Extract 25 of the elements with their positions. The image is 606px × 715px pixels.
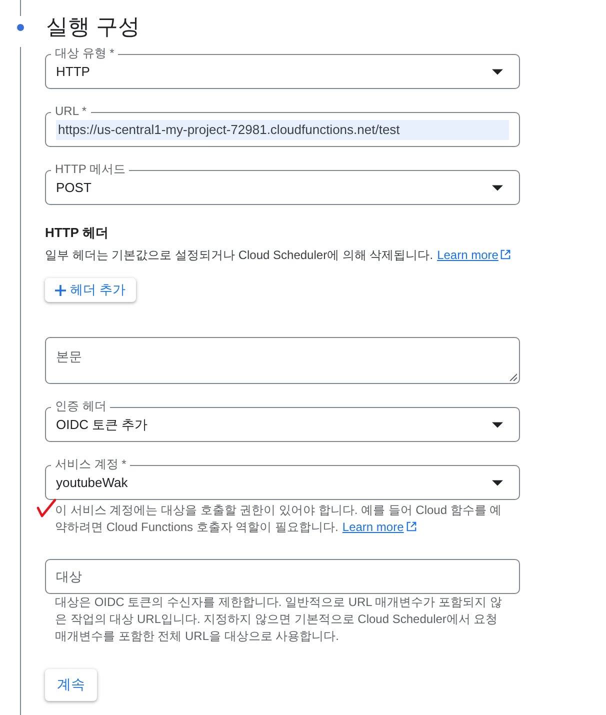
- learn-more-link[interactable]: Learn more: [342, 520, 417, 534]
- caret-icon: [492, 184, 503, 190]
- field-label: 대상 유형 *: [51, 46, 118, 60]
- resize-handle-icon: [509, 373, 517, 381]
- add-header-button[interactable]: 헤더 추가: [45, 278, 136, 302]
- help-text: 일부 헤더는 기본값으로 설정되거나 Cloud Scheduler에 의해 삭제됩니다. Learn more: [45, 246, 512, 264]
- external-link-icon: [406, 521, 417, 532]
- help-text: 대상은 OIDC 토큰의 수신자를 제한합니다. 일반적으로 URL 매개변수가 포함되지 않은 작업의 대상 URL입니다. 지정하지 않으면 기본적으로 Cloud Scheduler에서 요청 매개변수를 포함한 전체 URL을 대상으로 사용합니다.: [54, 594, 503, 645]
- text-field[interactable]: 대상: [45, 559, 520, 594]
- continue-button[interactable]: 계속: [45, 669, 97, 701]
- section-heading: HTTP 헤더: [45, 224, 110, 242]
- field-label: 서비스 계정 *: [51, 457, 130, 471]
- caret-icon: [492, 422, 503, 428]
- caret-icon: [492, 480, 503, 486]
- caret-icon: [492, 68, 503, 74]
- help-text: 이 서비스 계정에는 대상을 호출할 권한이 있어야 합니다. 예를 들어 Cloud 함수를 예약하려면 Cloud Functions 호출자 역할이 필요합니다. Learn more: [54, 502, 503, 536]
- plus-icon: [55, 284, 66, 296]
- body-textarea[interactable]: 본문: [45, 337, 520, 384]
- field-label: 인증 헤더: [51, 399, 110, 413]
- external-link-icon: [500, 249, 512, 260]
- field-label: HTTP 메서드: [51, 162, 130, 176]
- step-dot-icon: [17, 24, 24, 31]
- learn-more-link[interactable]: Learn more: [437, 248, 512, 262]
- section-title: 실행 구성: [46, 13, 140, 41]
- field-label: URL *: [51, 104, 91, 118]
